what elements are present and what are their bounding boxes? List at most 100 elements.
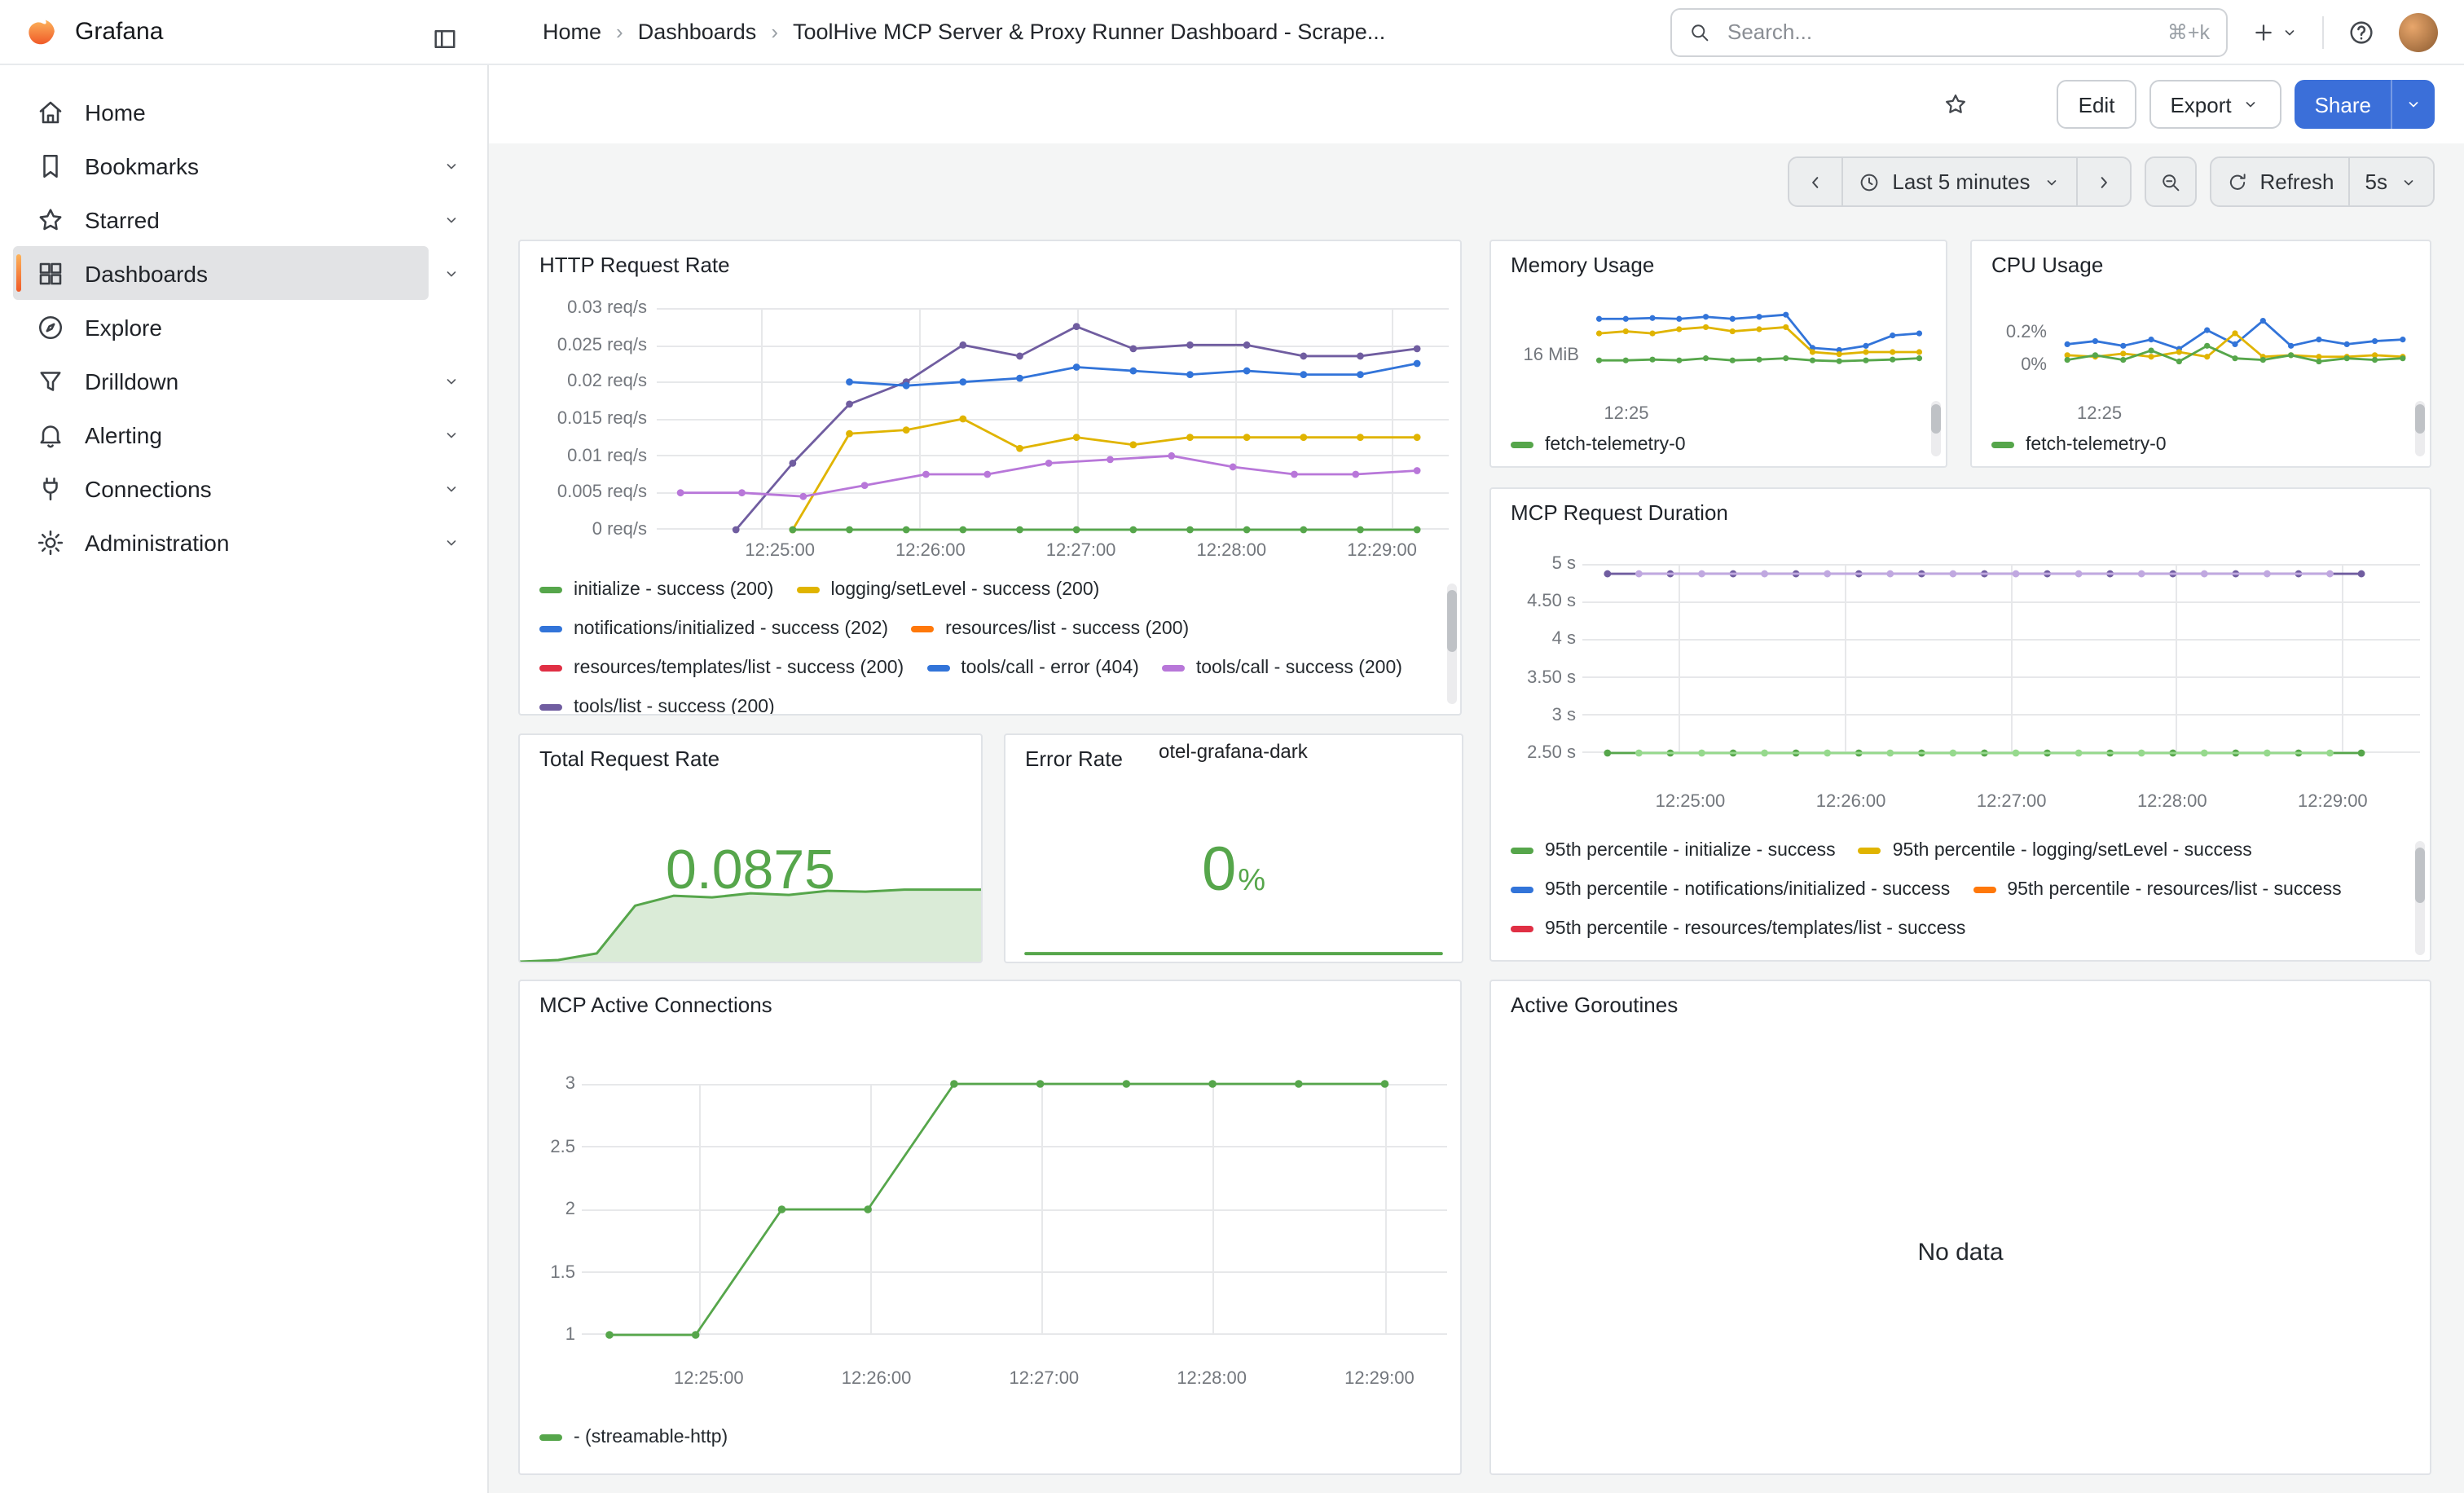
legend-swatch [1991, 442, 2014, 448]
sidebar-item[interactable]: Administration [13, 515, 474, 569]
legend-label: tools/call - success (200) [1196, 655, 1402, 681]
chevron-down-icon[interactable] [2391, 80, 2435, 129]
legend-swatch [539, 704, 562, 711]
sidebar-item-icon [36, 473, 65, 503]
legend-swatch [1511, 887, 1533, 893]
search-input[interactable]: ⌘+k [1670, 7, 2228, 56]
share-button[interactable]: Share [2295, 80, 2435, 129]
refresh-interval-picker[interactable]: 5s [2349, 158, 2433, 205]
legend-scrollbar[interactable] [2415, 401, 2425, 456]
legend-swatch [539, 1434, 562, 1441]
sidebar-item[interactable]: Alerting [13, 407, 474, 461]
legend-swatch [1511, 926, 1533, 932]
legend-scrollbar[interactable] [2415, 841, 2425, 955]
sidebar-item-label: Starred [85, 206, 160, 232]
panel-title[interactable]: Error Rate [1025, 746, 1123, 771]
chevron-down-icon[interactable] [429, 156, 474, 175]
header-actions: ⌘+k [1670, 7, 2464, 56]
breadcrumb-item[interactable]: › Dashboards [601, 20, 756, 44]
chevron-down-icon[interactable] [429, 209, 474, 229]
legend-label: logging/setLevel - success (200) [830, 577, 1099, 603]
panel-cpu-usage: CPU Usage 0.2% 0% 12:25 fetch-telemetry-… [1970, 240, 2431, 468]
legend-item[interactable]: fetch-telemetry-0 [1991, 432, 2167, 458]
sidebar-item[interactable]: Dashboards [13, 246, 474, 300]
panel-title[interactable]: MCP Request Duration [1511, 500, 1728, 525]
zoom-out-button[interactable] [2144, 156, 2196, 207]
favorite-star-icon[interactable] [1937, 85, 1976, 124]
legend-swatch [539, 626, 562, 632]
memory-usage-chart[interactable] [1589, 306, 1929, 398]
chevron-down-icon[interactable] [429, 478, 474, 498]
legend-label: tools/call - error (404) [961, 655, 1139, 681]
legend-item[interactable]: 95th percentile - notifications/initiali… [1511, 877, 1950, 903]
divider [2322, 15, 2324, 48]
grafana-logo[interactable] [23, 14, 59, 50]
export-button[interactable]: Export [2149, 80, 2281, 129]
refresh-icon [2225, 170, 2248, 193]
chevron-down-icon[interactable] [429, 263, 474, 283]
legend-item[interactable]: notifications/initialized - success (202… [539, 616, 888, 642]
legend-item[interactable]: resources/list - success (200) [911, 616, 1189, 642]
mcp-request-duration-chart[interactable] [1582, 564, 2420, 753]
cpu-usage-chart[interactable] [2057, 313, 2413, 391]
search-field[interactable] [1724, 18, 2154, 46]
y-axis-label: 0.2% [1985, 323, 2047, 342]
time-shift-back-button[interactable] [1789, 158, 1841, 205]
sidebar-toggle-icon[interactable] [424, 17, 466, 59]
panel-title[interactable]: Active Goroutines [1511, 993, 1678, 1017]
sidebar-item[interactable]: Starred [13, 192, 474, 246]
breadcrumb-item[interactable]: › ToolHive MCP Server & Proxy Runner Das… [756, 20, 1385, 44]
panel-title[interactable]: MCP Active Connections [539, 993, 772, 1017]
breadcrumb-item[interactable]: › Home [543, 20, 601, 44]
legend-item[interactable]: - (streamable-http) [539, 1425, 728, 1451]
sidebar-item[interactable]: Bookmarks [13, 139, 474, 192]
chevron-down-icon[interactable] [429, 425, 474, 444]
legend-swatch [796, 587, 819, 593]
add-button[interactable] [2244, 12, 2306, 51]
legend-label: 95th percentile - notifications/initiali… [1545, 877, 1950, 903]
sidebar-item-label: Dashboards [85, 260, 208, 286]
legend-item[interactable]: 95th percentile - resources/templates/li… [1511, 916, 1965, 942]
stat-unit: % [1238, 864, 1265, 900]
legend-scrollbar[interactable] [1931, 401, 1941, 456]
legend-item[interactable]: initialize - success (200) [539, 577, 773, 603]
legend-item[interactable]: 95th percentile - initialize - success [1511, 838, 1836, 864]
legend-item[interactable]: resources/templates/list - success (200) [539, 655, 904, 681]
legend-item[interactable]: fetch-telemetry-0 [1511, 432, 1686, 458]
sidebar-item[interactable]: Home [13, 85, 474, 139]
legend-item[interactable]: 95th percentile - resources/list - succe… [1973, 877, 2341, 903]
panel-title[interactable]: HTTP Request Rate [539, 253, 730, 277]
legend-label: initialize - success (200) [574, 577, 773, 603]
legend-item[interactable]: tools/list - success (200) [539, 694, 775, 716]
edit-button[interactable]: Edit [2057, 80, 2136, 129]
panel-error-rate: Error Rate otel-grafana-dark 0% [1004, 733, 1463, 963]
time-shift-forward-button[interactable] [2075, 158, 2129, 205]
sidebar-item[interactable]: Drilldown [13, 354, 474, 407]
breadcrumb-separator-icon: › [616, 20, 623, 44]
panel-title[interactable]: CPU Usage [1991, 253, 2103, 277]
legend-item[interactable]: tools/call - error (404) [926, 655, 1139, 681]
x-axis-label: 12:25 [1604, 404, 1648, 424]
time-range-picker[interactable]: Last 5 minutes [1841, 158, 2075, 205]
panel-mcp-active-connections: MCP Active Connections 32.521.51 12:25:0… [518, 980, 1462, 1475]
refresh-button[interactable]: Refresh [2211, 158, 2348, 205]
legend-item[interactable]: logging/setLevel - success (200) [796, 577, 1099, 603]
sidebar-item[interactable]: Connections [13, 461, 474, 515]
breadcrumb: › Home › Dashboards › ToolHive MCP Serve… [543, 20, 1670, 44]
mcp-active-connections-chart[interactable] [582, 1084, 1447, 1335]
y-axis-label: 0% [1985, 355, 2047, 375]
panel-title[interactable]: Total Request Rate [539, 746, 719, 771]
help-button[interactable] [2340, 11, 2383, 53]
chevron-down-icon[interactable] [429, 532, 474, 552]
legend-item[interactable]: 95th percentile - logging/setLevel - suc… [1859, 838, 2252, 864]
http-request-rate-chart[interactable] [657, 308, 1449, 530]
legend-scrollbar[interactable] [1447, 584, 1457, 704]
avatar[interactable] [2399, 12, 2438, 51]
legend-item[interactable]: tools/call - success (200) [1162, 655, 1402, 681]
chevron-down-icon [2280, 22, 2299, 42]
panel-memory-usage: Memory Usage 16 MiB 12:25 fetch-telemetr… [1489, 240, 1947, 468]
chevron-down-icon[interactable] [429, 371, 474, 390]
legend-swatch [911, 626, 934, 632]
panel-title[interactable]: Memory Usage [1511, 253, 1654, 277]
sidebar-item[interactable]: Explore [13, 300, 474, 354]
